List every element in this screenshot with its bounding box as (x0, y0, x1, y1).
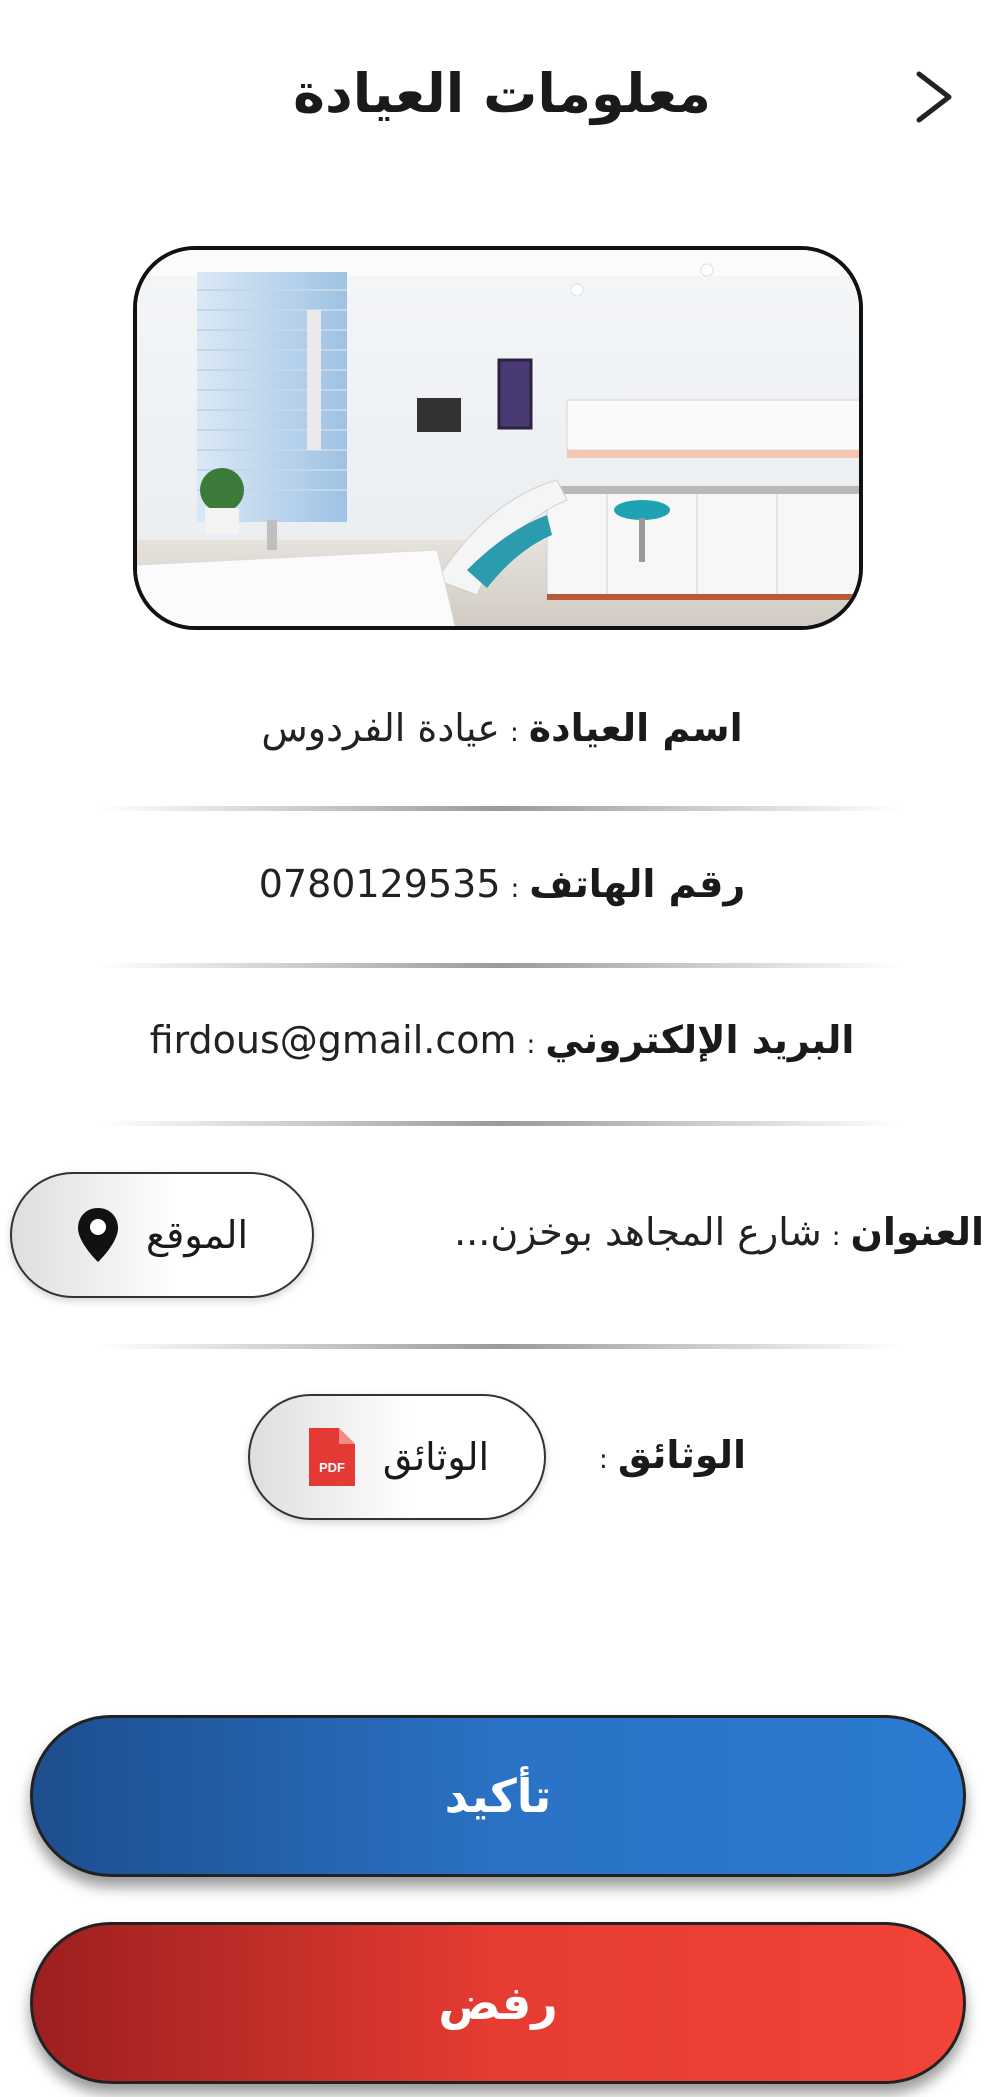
clinic-name-value: عيادة الفردوس (261, 706, 500, 750)
phone-row: رقم الهاتف:0780129535 (0, 862, 1004, 908)
clinic-photo (133, 246, 863, 630)
documents-button[interactable]: الوثائق PDF (248, 1394, 546, 1520)
confirm-button[interactable]: تأكيد (30, 1715, 966, 1877)
pdf-file-icon: PDF (308, 1428, 355, 1486)
phone-label: رقم الهاتف (529, 862, 746, 906)
documents-button-label: الوثائق (382, 1435, 490, 1479)
divider (100, 963, 900, 968)
location-button-label: الموقع (145, 1213, 249, 1257)
email-value: firdous@gmail.com (149, 1018, 517, 1062)
divider (100, 806, 900, 811)
documents-label: الوثائق (617, 1433, 746, 1477)
separator: : (509, 718, 519, 748)
page-title: معلومات العيادة (293, 62, 711, 125)
address-value: شارع المجاهد بوخزن... (454, 1210, 822, 1254)
header: معلومات العيادة (0, 40, 1004, 150)
pdf-icon-text: PDF (319, 1460, 345, 1475)
separator: : (526, 1030, 536, 1060)
back-button[interactable] (905, 62, 965, 132)
chevron-right-icon (916, 71, 952, 123)
separator: : (599, 1445, 608, 1475)
separator: : (510, 874, 520, 904)
divider (100, 1121, 900, 1126)
reject-button[interactable]: رفض (30, 1922, 966, 2084)
email-row: البريد الإلكتروني: firdous@gmail.com (0, 1018, 1004, 1064)
phone-value: 0780129535 (258, 862, 501, 906)
email-label: البريد الإلكتروني (545, 1018, 855, 1062)
map-pin-icon (77, 1208, 118, 1262)
clinic-name-label: اسم العيادة (528, 706, 743, 750)
separator: : (831, 1222, 841, 1252)
address-label: العنوان (850, 1210, 984, 1254)
location-button[interactable]: الموقع (10, 1172, 314, 1298)
address-row: العنوان: شارع المجاهد بوخزن... (344, 1210, 984, 1256)
divider (100, 1344, 900, 1349)
clinic-name-row: اسم العيادة: عيادة الفردوس (0, 706, 1004, 752)
